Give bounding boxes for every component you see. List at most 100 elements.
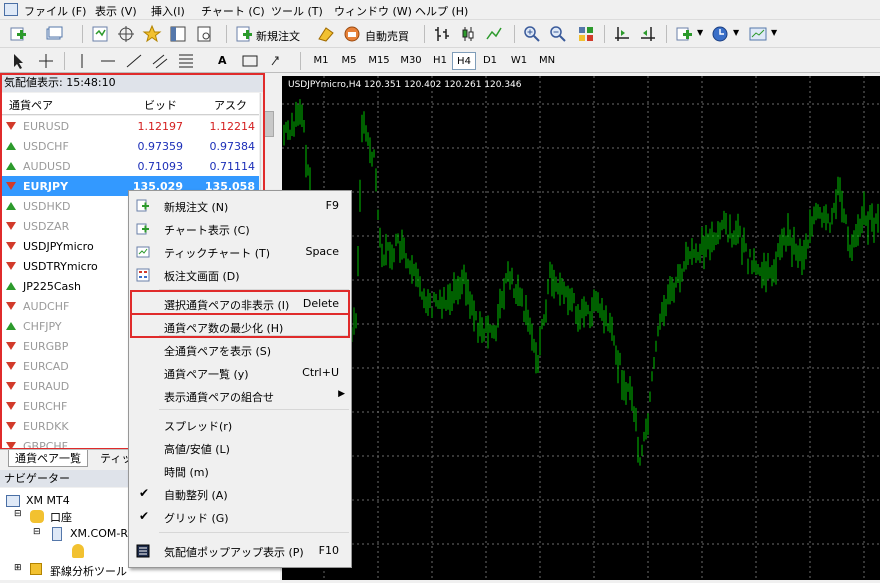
- account-user-icon[interactable]: [72, 544, 84, 558]
- mt4-terminal-icon: [6, 495, 20, 507]
- context-menu-item[interactable]: 高値/安値 (L): [129, 437, 351, 460]
- indicators-icon[interactable]: [674, 24, 694, 44]
- navigator-icon[interactable]: [142, 24, 162, 44]
- menu-view[interactable]: 表示 (V): [95, 3, 137, 19]
- nav-item-xm-mt4[interactable]: XM MT4: [26, 494, 70, 507]
- zoom-out-icon[interactable]: [548, 24, 568, 44]
- chart-symbol-label: USDJPYmicro,H4 120.351 120.402 120.261 1…: [288, 80, 522, 90]
- nav-item-server[interactable]: XM.COM-R: [70, 527, 128, 540]
- menu-item-shortcut: F10: [318, 544, 339, 557]
- menu-window[interactable]: ウィンドウ (W): [334, 3, 412, 19]
- chevron-down-icon[interactable]: ▼: [771, 28, 777, 37]
- timeframe-d1[interactable]: D1: [478, 52, 502, 70]
- timeframe-m30[interactable]: M30: [396, 52, 426, 70]
- menu-tools[interactable]: ツール (T): [271, 3, 323, 19]
- context-menu-item[interactable]: 表示通貨ペアの組合せ ▶: [129, 385, 351, 408]
- nav-item-line-studies[interactable]: 罫線分析ツール: [50, 563, 127, 579]
- context-menu-item[interactable]: ✔ 自動整列 (A): [129, 483, 351, 506]
- tree-expand-icon[interactable]: ⊞: [14, 563, 22, 573]
- horizontal-line-icon[interactable]: [98, 51, 118, 71]
- line-chart-icon[interactable]: [484, 24, 504, 44]
- toolbar-separator: [226, 25, 227, 43]
- menu-item-shortcut: Ctrl+U: [302, 366, 339, 379]
- tab-symbols[interactable]: 通貨ペア一覧: [8, 450, 88, 467]
- zoom-in-icon[interactable]: [522, 24, 542, 44]
- crosshair-icon[interactable]: [36, 51, 56, 71]
- new-order-toolbar-icon[interactable]: [234, 24, 254, 44]
- text-label-icon[interactable]: [240, 51, 260, 71]
- auto-trading-icon[interactable]: [342, 24, 362, 44]
- context-menu-item[interactable]: ティックチャート (T) Space: [129, 241, 351, 264]
- context-menu-item[interactable]: 通貨ペア一覧 (y) Ctrl+U: [129, 362, 351, 385]
- tree-collapse-icon[interactable]: ⊟: [14, 509, 22, 519]
- auto-trading-button[interactable]: 自動売買: [365, 28, 409, 44]
- menu-item-label: スプレッド(r): [164, 420, 233, 433]
- context-menu-item[interactable]: ✔ グリッド (G): [129, 506, 351, 529]
- context-menu-item[interactable]: チャート表示 (C): [129, 218, 351, 241]
- checkmark-icon: ✔: [139, 509, 150, 523]
- trendline-icon[interactable]: [124, 51, 144, 71]
- menu-bar: ファイル (F) 表示 (V) 挿入(I) チャート (C) ツール (T) ウ…: [0, 0, 880, 20]
- market-watch-icon[interactable]: [90, 24, 110, 44]
- server-icon: [52, 527, 62, 541]
- timeframe-m15[interactable]: M15: [364, 52, 394, 70]
- menu-item-label: 全通貨ペアを表示 (S): [164, 345, 272, 358]
- timeframe-m1[interactable]: M1: [308, 52, 334, 70]
- periods-clock-icon[interactable]: [710, 24, 730, 44]
- new-order-button[interactable]: 新規注文: [256, 28, 300, 44]
- context-menu-item[interactable]: 全通貨ペアを表示 (S): [129, 339, 351, 362]
- menu-separator: [159, 532, 349, 533]
- nav-item-accounts[interactable]: 口座: [50, 509, 72, 525]
- timeframe-h4[interactable]: H4: [452, 52, 476, 70]
- menu-item-label: 気配値ポップアップ表示 (P): [164, 546, 304, 559]
- menu-item-label: 高値/安値 (L): [164, 443, 230, 456]
- equidistant-channel-icon[interactable]: [150, 51, 170, 71]
- menu-chart[interactable]: チャート (C): [201, 3, 265, 19]
- context-menu-item[interactable]: スプレッド(r): [129, 414, 351, 437]
- chevron-down-icon[interactable]: ▼: [697, 28, 703, 37]
- new-chart-icon[interactable]: [8, 24, 28, 44]
- bar-chart-icon[interactable]: [432, 24, 452, 44]
- timeframe-w1[interactable]: W1: [506, 52, 532, 70]
- line-studies-toolbar: A M1 M5 M15 M30 H1 H4 D1 W1 MN: [0, 49, 880, 73]
- menu-item-highlight: [130, 313, 350, 338]
- strategy-tester-icon[interactable]: [194, 24, 214, 44]
- cursor-icon[interactable]: [8, 51, 28, 71]
- tile-windows-icon[interactable]: [576, 24, 596, 44]
- accounts-icon: [30, 510, 44, 523]
- menu-item-label: 自動整列 (A): [164, 489, 228, 502]
- mt4-app-icon[interactable]: [4, 3, 18, 16]
- menu-item-label: 新規注文 (N): [164, 201, 229, 214]
- context-menu-item[interactable]: 気配値ポップアップ表示 (P) F10: [129, 540, 351, 563]
- chart-shift-icon[interactable]: [612, 24, 632, 44]
- toolbar-separator: [666, 25, 667, 43]
- profiles-icon[interactable]: [44, 24, 64, 44]
- timeframe-h1[interactable]: H1: [428, 52, 452, 70]
- terminal-icon[interactable]: [168, 24, 188, 44]
- menu-item-highlight: [130, 290, 350, 315]
- context-menu-item[interactable]: 板注文画面 (D): [129, 264, 351, 287]
- text-tool-icon[interactable]: A: [218, 54, 227, 67]
- metaeditor-icon[interactable]: [316, 24, 336, 44]
- fibonacci-icon[interactable]: [176, 51, 196, 71]
- tree-collapse-icon[interactable]: ⊟: [33, 527, 41, 537]
- candlestick-chart-icon[interactable]: [458, 24, 478, 44]
- data-window-icon[interactable]: [116, 24, 136, 44]
- auto-scroll-icon[interactable]: [638, 24, 658, 44]
- popup-prices-icon: [136, 544, 150, 558]
- menu-insert[interactable]: 挿入(I): [151, 3, 185, 19]
- context-menu-item[interactable]: 時間 (m): [129, 460, 351, 483]
- menu-item-shortcut: Space: [305, 245, 339, 258]
- menu-item-label: 板注文画面 (D): [164, 270, 240, 283]
- arrows-icon[interactable]: [266, 51, 286, 71]
- chart-canvas[interactable]: [282, 76, 880, 580]
- timeframe-m5[interactable]: M5: [336, 52, 362, 70]
- templates-icon[interactable]: [748, 24, 768, 44]
- timeframe-mn[interactable]: MN: [534, 52, 560, 70]
- price-chart[interactable]: USDJPYmicro,H4 120.351 120.402 120.261 1…: [282, 76, 880, 580]
- menu-help[interactable]: ヘルプ (H): [415, 3, 468, 19]
- menu-file[interactable]: ファイル (F): [24, 3, 86, 19]
- chevron-down-icon[interactable]: ▼: [733, 28, 739, 37]
- context-menu-item[interactable]: 新規注文 (N) F9: [129, 195, 351, 218]
- vertical-line-icon[interactable]: [72, 51, 92, 71]
